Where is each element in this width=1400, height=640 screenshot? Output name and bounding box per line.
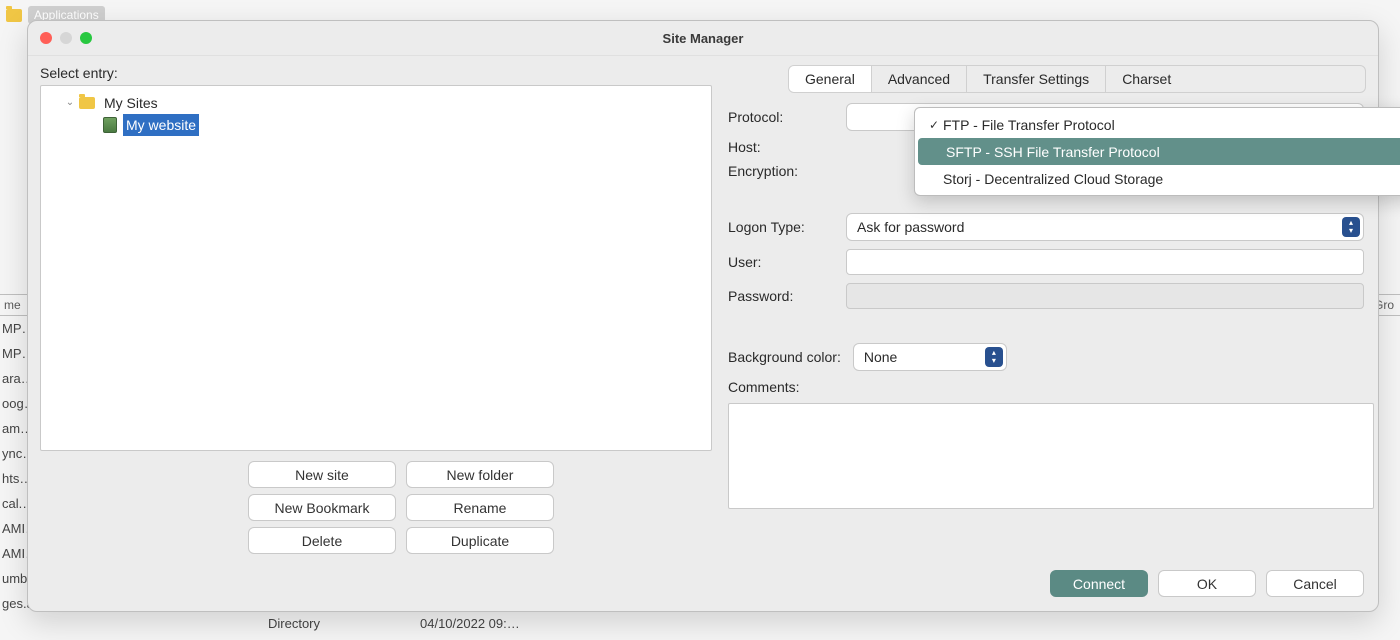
user-input[interactable]	[846, 249, 1364, 275]
tab-bar: General Advanced Transfer Settings Chars…	[788, 65, 1366, 93]
comments-label: Comments:	[728, 379, 1364, 395]
tree-root-label: My Sites	[101, 92, 161, 114]
dropdown-option-label: SFTP - SSH File Transfer Protocol	[946, 144, 1160, 160]
tab-general[interactable]: General	[789, 66, 872, 92]
titlebar: Site Manager	[28, 21, 1378, 56]
zoom-icon[interactable]	[80, 32, 92, 44]
new-bookmark-button[interactable]: New Bookmark	[248, 494, 396, 521]
site-tree[interactable]: ⌄ My Sites My website	[40, 85, 712, 451]
background-type: Directory	[268, 616, 320, 631]
close-icon[interactable]	[40, 32, 52, 44]
protocol-dropdown[interactable]: ✓FTP - File Transfer Protocol SFTP - SSH …	[914, 107, 1400, 196]
select-entry-label: Select entry:	[40, 65, 712, 81]
server-icon	[103, 117, 117, 133]
folder-icon	[6, 9, 22, 22]
tab-transfer-settings[interactable]: Transfer Settings	[967, 66, 1106, 92]
stepper-icon[interactable]: ▴▾	[1342, 217, 1360, 237]
logon-type-label: Logon Type:	[728, 219, 838, 235]
new-folder-button[interactable]: New folder	[406, 461, 554, 488]
tab-advanced[interactable]: Advanced	[872, 66, 967, 92]
bg-color-value: None	[864, 349, 897, 365]
user-label: User:	[728, 254, 838, 270]
folder-icon	[79, 97, 95, 109]
encryption-label: Encryption:	[728, 163, 838, 179]
stepper-icon[interactable]: ▴▾	[985, 347, 1003, 367]
background-date: 04/10/2022 09:…	[420, 616, 520, 631]
chevron-down-icon[interactable]: ⌄	[63, 93, 77, 113]
dropdown-option-label: Storj - Decentralized Cloud Storage	[943, 171, 1163, 187]
site-buttons: New site New folder New Bookmark Rename …	[40, 461, 712, 554]
cancel-button[interactable]: Cancel	[1266, 570, 1364, 597]
window-title: Site Manager	[28, 31, 1378, 46]
tree-site[interactable]: My website	[45, 114, 707, 136]
password-label: Password:	[728, 288, 838, 304]
tab-charset[interactable]: Charset	[1106, 66, 1187, 92]
bg-color-label: Background color:	[728, 349, 841, 365]
minimize-icon	[60, 32, 72, 44]
host-label: Host:	[728, 139, 838, 155]
tree-site-label: My website	[123, 114, 199, 136]
comments-input[interactable]	[728, 403, 1374, 509]
logon-type-select[interactable]: Ask for password ▴▾	[846, 213, 1364, 241]
dropdown-option[interactable]: ✓FTP - File Transfer Protocol	[915, 111, 1400, 138]
dropdown-option[interactable]: SFTP - SSH File Transfer Protocol	[918, 138, 1400, 165]
bg-color-row: Background color: None ▴▾	[728, 343, 1364, 371]
bg-color-select[interactable]: None ▴▾	[853, 343, 1007, 371]
password-input	[846, 283, 1364, 309]
duplicate-button[interactable]: Duplicate	[406, 527, 554, 554]
dropdown-option-label: FTP - File Transfer Protocol	[943, 117, 1115, 133]
new-site-button[interactable]: New site	[248, 461, 396, 488]
protocol-label: Protocol:	[728, 109, 838, 125]
tree-root[interactable]: ⌄ My Sites	[45, 92, 707, 114]
check-icon: ✓	[925, 118, 943, 132]
traffic-lights	[40, 32, 92, 44]
dropdown-option[interactable]: Storj - Decentralized Cloud Storage	[915, 165, 1400, 192]
ok-button[interactable]: OK	[1158, 570, 1256, 597]
logon-type-value: Ask for password	[857, 219, 964, 235]
site-manager-window: Site Manager Select entry: ⌄ My Sites My…	[27, 20, 1379, 612]
delete-button[interactable]: Delete	[248, 527, 396, 554]
dialog-actions: Connect OK Cancel	[1050, 570, 1364, 597]
rename-button[interactable]: Rename	[406, 494, 554, 521]
connect-button[interactable]: Connect	[1050, 570, 1148, 597]
